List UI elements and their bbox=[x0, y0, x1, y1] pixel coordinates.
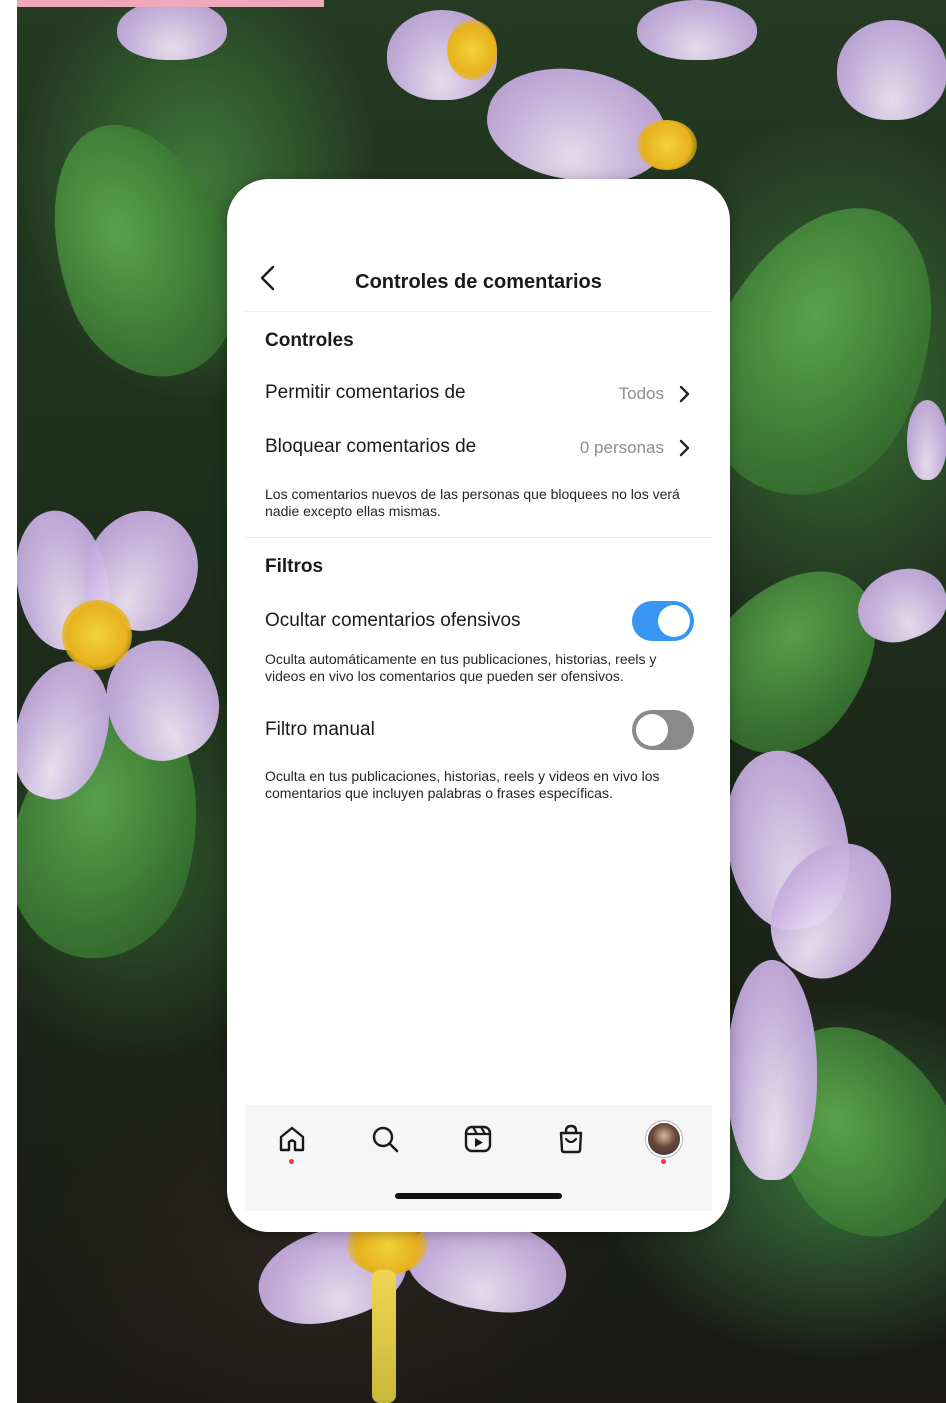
comment-controls-screen: Controles de comentarios Controles Permi… bbox=[245, 243, 712, 1211]
home-indicator bbox=[395, 1193, 562, 1199]
notification-dot bbox=[289, 1159, 294, 1164]
divider bbox=[245, 537, 712, 538]
toggle-knob bbox=[636, 714, 668, 746]
allow-comments-label: Permitir comentarios de bbox=[265, 382, 466, 403]
tab-reels[interactable] bbox=[458, 1119, 498, 1159]
section-title-controls: Controles bbox=[265, 330, 354, 351]
page-title: Controles de comentarios bbox=[355, 271, 602, 293]
bottom-tab-bar bbox=[245, 1105, 712, 1211]
toggle-knob bbox=[658, 605, 690, 637]
notification-dot bbox=[661, 1159, 666, 1164]
manual-filter-label: Filtro manual bbox=[265, 719, 375, 740]
tab-search[interactable] bbox=[365, 1119, 405, 1159]
block-comments-label: Bloquear comentarios de bbox=[265, 436, 477, 457]
tab-home[interactable] bbox=[272, 1119, 312, 1164]
allow-comments-value: Todos bbox=[618, 384, 664, 403]
nav-header: Controles de comentarios bbox=[245, 243, 712, 312]
profile-avatar bbox=[648, 1123, 680, 1155]
manual-filter-toggle[interactable] bbox=[632, 710, 694, 750]
chevron-right-icon bbox=[679, 385, 690, 403]
reels-icon bbox=[464, 1125, 492, 1153]
hide-offensive-label: Ocultar comentarios ofensivos bbox=[265, 610, 521, 631]
accent-tab bbox=[17, 0, 324, 7]
hide-offensive-description: Oculta automáticamente en tus publicacio… bbox=[265, 651, 657, 684]
tab-shop[interactable] bbox=[551, 1119, 591, 1159]
block-comments-row[interactable]: Bloquear comentarios de 0 personas bbox=[265, 432, 692, 462]
controls-description: Los comentarios nuevos de las personas q… bbox=[265, 486, 680, 519]
tab-profile[interactable] bbox=[644, 1119, 684, 1164]
search-icon bbox=[372, 1126, 399, 1153]
allow-comments-row[interactable]: Permitir comentarios de Todos bbox=[265, 378, 692, 408]
manual-filter-description: Oculta en tus publicaciones, historias, … bbox=[265, 768, 660, 801]
hide-offensive-toggle[interactable] bbox=[632, 601, 694, 641]
shop-icon bbox=[559, 1124, 583, 1154]
section-title-filters: Filtros bbox=[265, 556, 324, 577]
chevron-right-icon bbox=[679, 439, 690, 457]
block-comments-value: 0 personas bbox=[579, 438, 664, 457]
home-icon bbox=[279, 1126, 305, 1152]
phone-frame: Controles de comentarios Controles Permi… bbox=[227, 179, 730, 1232]
